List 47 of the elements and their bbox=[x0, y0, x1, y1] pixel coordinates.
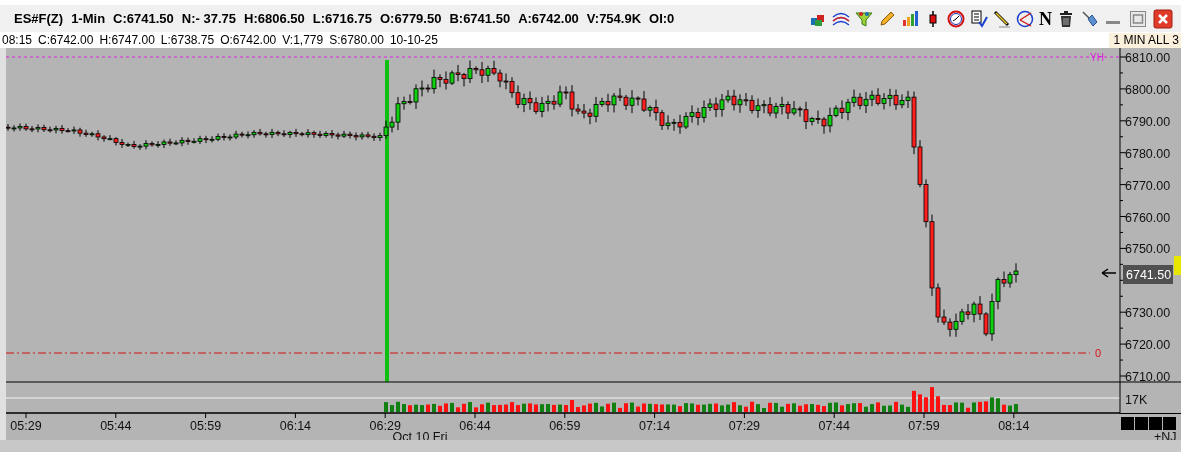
time-label: 05:29 bbox=[10, 419, 42, 433]
quote-field: N:- 37.75 bbox=[181, 11, 236, 26]
bar-field: 08:15 bbox=[2, 33, 33, 47]
price-label: 6720.00 bbox=[1125, 338, 1171, 353]
bar-field: C:6742.00 bbox=[38, 33, 94, 47]
bar-field: S:6780.00 bbox=[329, 33, 384, 47]
bar-field: L:6738.75 bbox=[160, 33, 215, 47]
quote-field: V:754.9K bbox=[586, 11, 642, 26]
yesterday-high-label: YH bbox=[1090, 52, 1104, 63]
price-label: 6810.00 bbox=[1125, 51, 1171, 65]
toolbar-button[interactable]: N bbox=[1039, 9, 1052, 28]
time-label: 06:44 bbox=[459, 419, 491, 433]
quote-field: OI:0 bbox=[649, 11, 675, 26]
quote-field: ES#F(Z) bbox=[14, 11, 64, 26]
bar-field: 10-10-25 bbox=[389, 33, 438, 47]
scale-label: 1 MIN ALL 3 bbox=[1109, 33, 1181, 48]
time-label: 06:29 bbox=[369, 419, 401, 433]
quote-field: C:6741.50 bbox=[113, 11, 174, 26]
time-label: 05:59 bbox=[189, 419, 222, 433]
price-label: 6760.00 bbox=[1125, 210, 1171, 225]
price-label: 6800.00 bbox=[1125, 82, 1171, 97]
time-label: 07:29 bbox=[728, 419, 761, 433]
quote-field: O:6779.50 bbox=[380, 11, 442, 26]
bar-field: O:6742.00 bbox=[220, 33, 277, 47]
zero-line-label: 0 bbox=[1095, 347, 1102, 359]
price-label: 6750.00 bbox=[1125, 242, 1171, 257]
bar-field: V:1,779 bbox=[282, 33, 324, 47]
price-label: 6730.00 bbox=[1125, 306, 1171, 321]
quote-field: 1-Min bbox=[71, 11, 106, 26]
last-price-tag: 6741.50 bbox=[1123, 265, 1173, 284]
time-label: 07:59 bbox=[908, 419, 940, 433]
time-label: 06:59 bbox=[549, 419, 581, 433]
quote-field: A:6742.00 bbox=[518, 11, 579, 26]
bar-field: H:6747.00 bbox=[99, 33, 155, 47]
price-label: 6780.00 bbox=[1125, 146, 1171, 161]
time-label: 08:14 bbox=[998, 419, 1030, 433]
quote-field: L:6716.75 bbox=[312, 11, 372, 26]
time-label: 06:14 bbox=[279, 419, 312, 433]
time-label: 07:44 bbox=[818, 419, 850, 433]
price-label: 6710.00 bbox=[1125, 370, 1171, 384]
volume-scale-label: 17K bbox=[1125, 393, 1148, 407]
time-label: 07:14 bbox=[638, 419, 671, 433]
price-label: 6790.00 bbox=[1125, 114, 1171, 129]
price-label: 6770.00 bbox=[1125, 178, 1171, 193]
quote-field: B:6741.50 bbox=[449, 11, 511, 26]
time-label: 05:44 bbox=[100, 419, 132, 433]
quote-field: H:6806.50 bbox=[244, 11, 305, 26]
